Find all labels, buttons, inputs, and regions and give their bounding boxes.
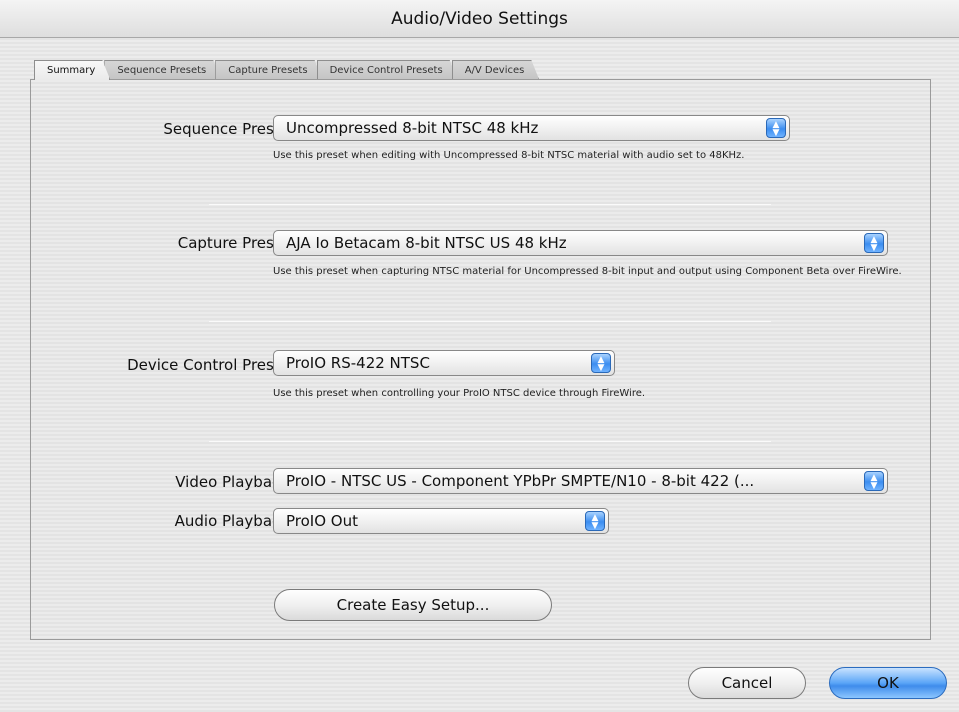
- title-bar[interactable]: Audio/Video Settings: [0, 0, 959, 38]
- capture-preset-value: AJA Io Betacam 8-bit NTSC US 48 kHz: [286, 234, 567, 252]
- tab-strip: Summary Sequence Presets Capture Presets…: [34, 60, 533, 80]
- sequence-preset-label: Sequence Preset:: [163, 120, 294, 138]
- updown-arrows-icon: ▲ ▼: [591, 353, 611, 373]
- cancel-button[interactable]: Cancel: [688, 667, 806, 699]
- device-control-preset-label: Device Control Preset:: [127, 356, 294, 374]
- separator: [209, 204, 771, 205]
- device-control-preset-value: ProIO RS-422 NTSC: [286, 354, 430, 372]
- tab-capture-presets[interactable]: Capture Presets: [215, 60, 322, 80]
- updown-arrows-icon: ▲ ▼: [864, 233, 884, 253]
- audio-playback-label: Audio Playback:: [174, 512, 294, 530]
- summary-panel: Sequence Preset: Uncompressed 8-bit NTSC…: [30, 79, 931, 640]
- separator: [209, 321, 771, 322]
- create-easy-setup-button[interactable]: Create Easy Setup...: [274, 589, 552, 621]
- ok-button[interactable]: OK: [829, 667, 947, 699]
- audio-playback-value: ProIO Out: [286, 512, 358, 530]
- tab-sequence-presets[interactable]: Sequence Presets: [104, 60, 221, 80]
- video-playback-value: ProIO - NTSC US - Component YPbPr SMPTE/…: [286, 472, 755, 490]
- sequence-preset-value: Uncompressed 8-bit NTSC 48 kHz: [286, 119, 539, 137]
- updown-arrows-icon: ▲ ▼: [864, 471, 884, 491]
- tab-device-control-presets[interactable]: Device Control Presets: [317, 60, 458, 80]
- window-title: Audio/Video Settings: [391, 9, 568, 29]
- updown-arrows-icon: ▲ ▼: [585, 511, 605, 531]
- device-control-preset-help: Use this preset when controlling your Pr…: [273, 388, 646, 399]
- video-playback-popup[interactable]: ProIO - NTSC US - Component YPbPr SMPTE/…: [273, 468, 888, 494]
- capture-preset-popup[interactable]: AJA Io Betacam 8-bit NTSC US 48 kHz ▲ ▼: [273, 230, 888, 256]
- device-control-preset-popup[interactable]: ProIO RS-422 NTSC ▲ ▼: [273, 350, 615, 376]
- tab-av-devices[interactable]: A/V Devices: [452, 60, 540, 80]
- audio-playback-popup[interactable]: ProIO Out ▲ ▼: [273, 508, 609, 534]
- capture-preset-label: Capture Preset:: [177, 234, 294, 252]
- capture-preset-help: Use this preset when capturing NTSC mate…: [273, 266, 902, 277]
- sequence-preset-popup[interactable]: Uncompressed 8-bit NTSC 48 kHz ▲ ▼: [273, 115, 790, 141]
- separator: [209, 441, 771, 442]
- sequence-preset-help: Use this preset when editing with Uncomp…: [273, 150, 745, 161]
- video-playback-label: Video Playback:: [175, 473, 294, 491]
- updown-arrows-icon: ▲ ▼: [766, 118, 786, 138]
- audio-video-settings-window: Audio/Video Settings Summary Sequence Pr…: [0, 0, 959, 712]
- tab-summary[interactable]: Summary: [34, 60, 110, 80]
